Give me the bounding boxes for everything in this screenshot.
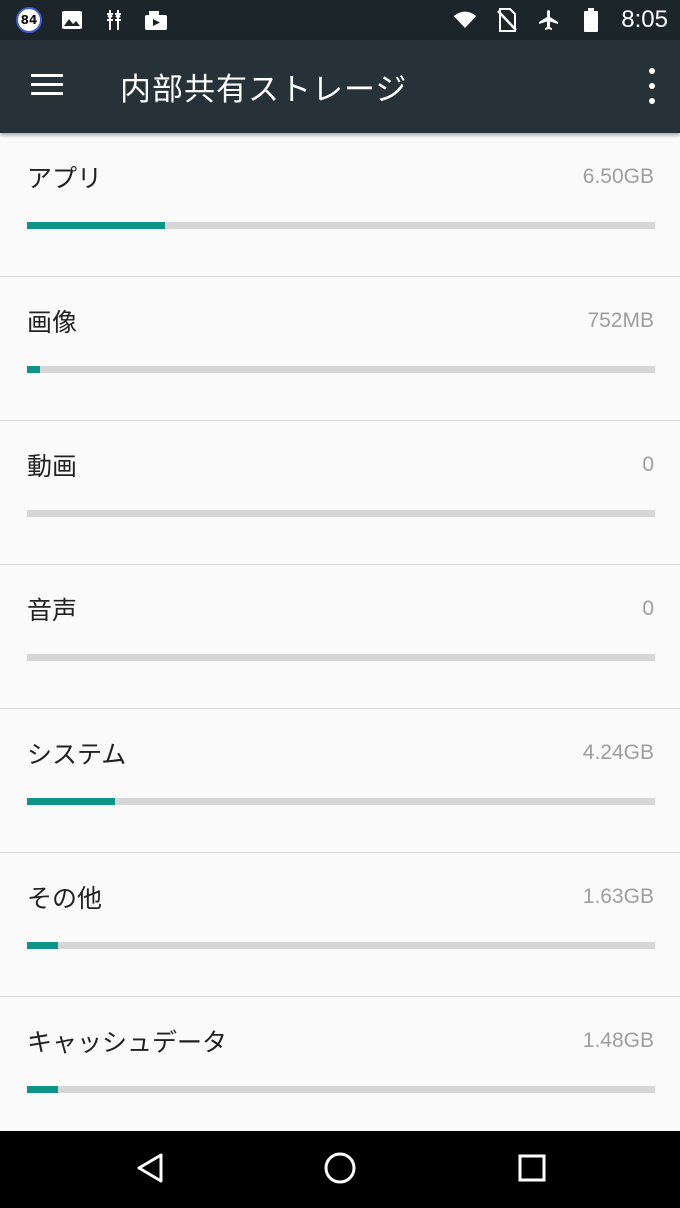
notification-badge: 84 <box>16 7 42 33</box>
usage-bar-track <box>27 510 655 517</box>
storage-list: アプリ 6.50GB 画像 752MB 動画 0 音声 0 システム 4.24G… <box>0 133 680 1141</box>
usage-bar-track <box>27 366 655 373</box>
storage-item-label: 動画 <box>27 452 78 481</box>
usage-bar-track <box>27 942 655 949</box>
storage-item-label: 画像 <box>27 308 78 337</box>
storage-item-label: アプリ <box>27 164 103 193</box>
storage-item-label: キャッシュデータ <box>27 1028 228 1057</box>
usage-bar-track <box>27 1086 655 1093</box>
usage-bar-fill <box>27 222 166 229</box>
status-right: 8:05 <box>453 6 668 34</box>
back-button[interactable] <box>129 1149 171 1191</box>
storage-item-label: その他 <box>27 884 103 913</box>
storage-item-apps[interactable]: アプリ 6.50GB <box>0 133 680 277</box>
usage-bar-track <box>27 798 655 805</box>
usage-bar-fill <box>27 366 40 373</box>
storage-item-size: 0 <box>642 597 654 620</box>
home-icon <box>323 1151 357 1189</box>
airplane-icon <box>537 8 561 32</box>
storage-item-size: 0 <box>642 453 654 476</box>
usage-bar-fill <box>27 1086 59 1093</box>
menu-button[interactable] <box>0 40 94 133</box>
storage-item-other[interactable]: その他 1.63GB <box>0 853 680 997</box>
storage-item-size: 1.48GB <box>582 1029 654 1052</box>
usage-bar-track <box>27 654 655 661</box>
storage-item-images[interactable]: 画像 752MB <box>0 277 680 421</box>
usage-bar-fill <box>27 942 59 949</box>
navigation-bar <box>0 1131 680 1208</box>
wifi-icon <box>453 8 477 32</box>
no-sim-icon <box>495 8 519 32</box>
storage-item-label: 音声 <box>27 596 78 625</box>
page-title: 内部共有ストレージ <box>120 72 408 108</box>
image-icon <box>60 8 84 32</box>
storage-item-size: 4.24GB <box>582 741 654 764</box>
more-vert-icon <box>649 68 655 74</box>
back-icon <box>135 1152 165 1188</box>
battery-icon <box>579 8 603 32</box>
app-bar: 内部共有ストレージ <box>0 40 680 133</box>
storage-item-size: 6.50GB <box>582 165 654 188</box>
recents-icon <box>517 1153 547 1187</box>
storage-item-system[interactable]: システム 4.24GB <box>0 709 680 853</box>
storage-item-audio[interactable]: 音声 0 <box>0 565 680 709</box>
more-vert-icon-dot <box>649 83 655 89</box>
storage-item-label: システム <box>27 740 127 769</box>
more-vert-icon-dot <box>649 98 655 104</box>
status-bar: 84 8:05 <box>0 0 680 40</box>
more-options-button[interactable] <box>644 68 660 104</box>
storage-item-size: 1.63GB <box>582 885 654 908</box>
usb-debug-icon <box>102 8 126 32</box>
storage-item-size: 752MB <box>587 309 654 332</box>
hamburger-menu-icon <box>31 73 63 100</box>
status-time: 8:05 <box>621 6 668 33</box>
status-left: 84 <box>16 7 168 33</box>
home-button[interactable] <box>319 1149 361 1191</box>
recents-button[interactable] <box>511 1149 553 1191</box>
usage-bar-track <box>27 222 655 229</box>
storage-item-cache[interactable]: キャッシュデータ 1.48GB <box>0 997 680 1141</box>
storage-item-videos[interactable]: 動画 0 <box>0 421 680 565</box>
usage-bar-fill <box>27 798 115 805</box>
video-library-icon <box>144 8 168 32</box>
